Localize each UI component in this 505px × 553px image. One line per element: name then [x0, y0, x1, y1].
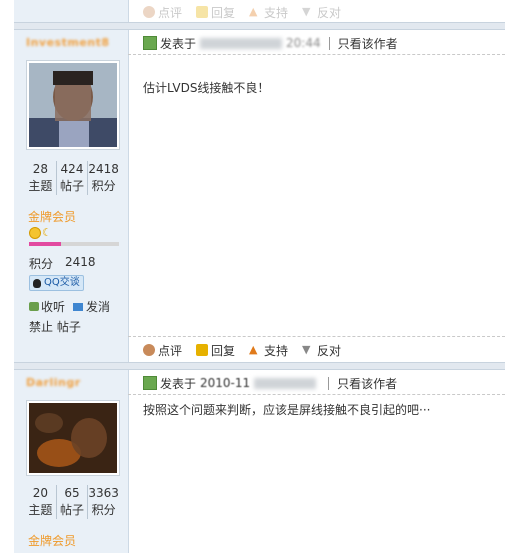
envelope-icon — [73, 302, 84, 311]
message-button[interactable]: 发消 — [73, 298, 110, 315]
stat-posts[interactable]: 65 帖子 — [57, 485, 89, 519]
stat-posts[interactable]: 424 帖子 — [57, 161, 89, 195]
post2-username[interactable]: Darlingr — [26, 376, 81, 389]
rank-stars: ☾ — [29, 227, 52, 239]
ban-posts-link[interactable]: 禁止 帖子 — [29, 318, 81, 335]
thumb-up-icon: ▲ — [249, 343, 258, 356]
oppose-button[interactable]: ▼ 反对 — [302, 342, 341, 359]
post2-header: 发表于 2010-11 只看该作者 — [143, 375, 397, 391]
redacted-date — [254, 377, 317, 389]
thumb-down-icon: ▼ — [302, 343, 311, 356]
post2-stats: 20 主题 65 帖子 3363 积分 — [25, 485, 119, 519]
post1-username[interactable]: Investment8 — [26, 36, 110, 49]
post2-content: 按照这个问题来判断，应该是屏线接触不良引起的吧··· — [143, 403, 431, 417]
sun-icon — [29, 227, 41, 239]
post1-follow-row: 收听 发消 — [29, 298, 110, 315]
support-button[interactable]: ▲ 支持 — [249, 342, 288, 359]
post1-content: 估计LVDS线接触不良！ — [143, 81, 270, 95]
stat-topics[interactable]: 20 主题 — [25, 485, 57, 519]
post1-actions: 点评 回复 ▲ 支持 ▼ 反对 — [143, 340, 355, 360]
post-separator — [14, 22, 505, 30]
listen-button[interactable]: 收听 — [29, 298, 65, 315]
reply-icon — [196, 6, 209, 18]
header-divider — [328, 36, 330, 50]
oppose-button[interactable]: ▼ 反对 — [302, 4, 341, 21]
thumb-up-icon: ▲ — [249, 5, 258, 18]
only-author-link[interactable]: 只看该作者 — [337, 375, 397, 392]
actions-divider — [128, 336, 505, 337]
post-icon — [143, 36, 157, 50]
only-author-link[interactable]: 只看该作者 — [338, 35, 398, 52]
post-separator-2 — [14, 362, 505, 370]
listen-icon — [29, 302, 39, 311]
qq-icon — [33, 278, 41, 288]
support-button[interactable]: ▲ 支持 — [249, 4, 288, 21]
post1-avatar[interactable] — [26, 60, 120, 150]
stat-points[interactable]: 2418 积分 — [88, 161, 119, 195]
reply-button[interactable]: 回复 — [196, 342, 235, 359]
post1-rank[interactable]: 金牌会员 — [28, 208, 76, 225]
progress-fill — [29, 242, 61, 246]
header-divider — [328, 376, 330, 390]
post2-rank[interactable]: 金牌会员 — [28, 532, 76, 549]
stat-topics[interactable]: 28 主题 — [25, 161, 57, 195]
header-underline — [128, 394, 505, 395]
reply-icon — [196, 344, 209, 356]
moon-icon: ☾ — [42, 226, 52, 239]
qq-chat-button[interactable]: QQ交谈 — [29, 275, 84, 291]
avatar-photo — [29, 403, 117, 473]
post1-header: 发表于 20:44 只看该作者 — [143, 35, 398, 51]
header-underline — [128, 54, 505, 55]
avatar-photo — [29, 63, 117, 147]
redacted-date — [200, 37, 283, 49]
rate-button[interactable]: 点评 — [143, 4, 182, 21]
post1-progress-bar — [29, 242, 119, 246]
post-icon — [143, 376, 157, 390]
thumb-down-icon: ▼ — [302, 5, 311, 18]
previous-post-actions: 点评 回复 ▲ 支持 ▼ 反对 — [143, 2, 355, 22]
rate-button[interactable]: 点评 — [143, 342, 182, 359]
comment-icon — [143, 344, 155, 356]
comment-icon — [143, 6, 155, 18]
reply-button[interactable]: 回复 — [196, 4, 235, 21]
post1-points-row: 积分 2418 — [29, 255, 96, 271]
post1-stats: 28 主题 424 帖子 2418 积分 — [25, 161, 119, 195]
post2-avatar[interactable] — [26, 400, 120, 476]
stat-points[interactable]: 3363 积分 — [88, 485, 119, 519]
